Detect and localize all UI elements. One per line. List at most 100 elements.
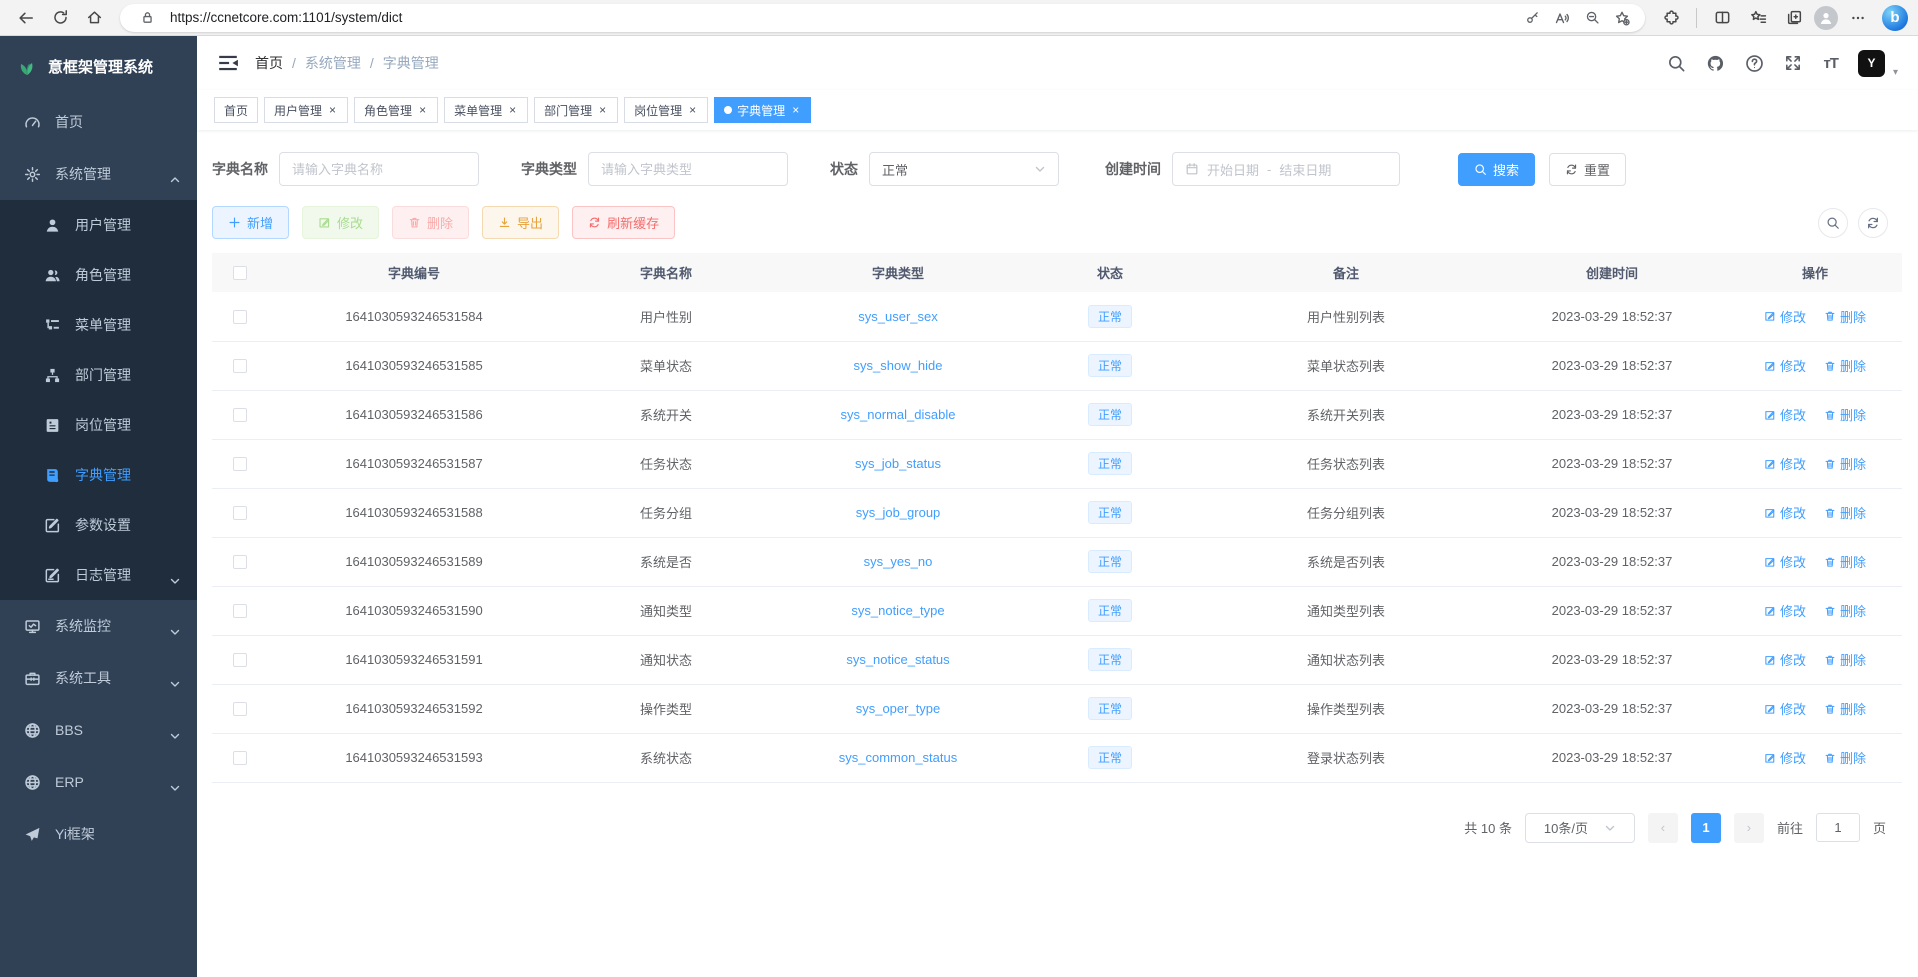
row-edit-link[interactable]: 修改 [1764, 454, 1806, 473]
sidebar-fold-icon[interactable] [217, 52, 239, 74]
favorites-icon[interactable] [1742, 3, 1774, 33]
sidebar-item-yi[interactable]: Yi框架 [0, 808, 197, 860]
row-edit-link[interactable]: 修改 [1764, 699, 1806, 718]
font-size-icon[interactable]: тT [1823, 55, 1838, 72]
profile-avatar[interactable] [1814, 6, 1838, 30]
sidebar-item-monitor[interactable]: 系统监控 [0, 600, 197, 652]
sidebar-item-param[interactable]: 参数设置 [0, 500, 197, 550]
current-page-button[interactable]: 1 [1691, 813, 1721, 843]
close-icon[interactable]: × [507, 103, 518, 117]
sidebar-item-role[interactable]: 角色管理 [0, 250, 197, 300]
row-edit-link[interactable]: 修改 [1764, 503, 1806, 522]
export-button[interactable]: 导出 [482, 206, 559, 239]
sidebar-item-menu[interactable]: 菜单管理 [0, 300, 197, 350]
sidebar-item-log[interactable]: 日志管理 [0, 550, 197, 600]
row-delete-link[interactable]: 删除 [1824, 503, 1866, 522]
sidebar-item-user[interactable]: 用户管理 [0, 200, 197, 250]
sidebar-item-post[interactable]: 岗位管理 [0, 400, 197, 450]
row-delete-link[interactable]: 删除 [1824, 356, 1866, 375]
close-icon[interactable]: × [417, 103, 428, 117]
tab-dept[interactable]: 部门管理× [534, 97, 618, 123]
prev-page-button[interactable]: ‹ [1648, 813, 1678, 843]
row-checkbox[interactable] [233, 555, 247, 569]
url-text[interactable]: https://ccnetcore.com:1101/system/dict [170, 10, 1517, 25]
status-select[interactable]: 正常 [869, 152, 1059, 186]
row-delete-link[interactable]: 删除 [1824, 650, 1866, 669]
close-icon[interactable]: × [597, 103, 608, 117]
tab-dict[interactable]: 字典管理× [714, 97, 811, 123]
select-all-checkbox[interactable] [233, 266, 247, 280]
dict-type-link[interactable]: sys_common_status [839, 750, 958, 765]
home-icon[interactable] [78, 3, 110, 33]
fullscreen-icon[interactable] [1784, 54, 1803, 73]
copilot-icon[interactable]: b [1882, 5, 1908, 31]
row-edit-link[interactable]: 修改 [1764, 650, 1806, 669]
add-button[interactable]: 新增 [212, 206, 289, 239]
back-icon[interactable] [10, 3, 42, 33]
dict-type-link[interactable]: sys_job_status [855, 456, 941, 471]
avatar-logo[interactable]: Y [1858, 50, 1885, 77]
zoom-out-icon[interactable] [1577, 6, 1607, 30]
row-checkbox[interactable] [233, 653, 247, 667]
tab-menu[interactable]: 菜单管理× [444, 97, 528, 123]
more-icon[interactable] [1842, 3, 1874, 33]
row-checkbox[interactable] [233, 751, 247, 765]
sidebar-item-tools[interactable]: 系统工具 [0, 652, 197, 704]
dict-type-link[interactable]: sys_yes_no [864, 554, 933, 569]
row-delete-link[interactable]: 删除 [1824, 601, 1866, 620]
help-icon[interactable] [1745, 54, 1764, 73]
row-checkbox[interactable] [233, 604, 247, 618]
split-screen-icon[interactable] [1706, 3, 1738, 33]
refresh-cache-button[interactable]: 刷新缓存 [572, 206, 675, 239]
close-icon[interactable]: × [327, 103, 338, 117]
refresh-icon[interactable] [44, 3, 76, 33]
close-icon[interactable]: × [687, 103, 698, 117]
delete-button[interactable]: 删除 [392, 206, 469, 239]
dict-type-link[interactable]: sys_notice_status [846, 652, 949, 667]
row-edit-link[interactable]: 修改 [1764, 748, 1806, 767]
close-icon[interactable]: × [790, 103, 801, 117]
row-checkbox[interactable] [233, 310, 247, 324]
row-edit-link[interactable]: 修改 [1764, 356, 1806, 375]
goto-page-input[interactable] [1816, 813, 1860, 842]
extensions-icon[interactable] [1655, 3, 1687, 33]
tab-home[interactable]: 首页 [214, 97, 258, 123]
search-icon[interactable] [1667, 54, 1686, 73]
search-button[interactable]: 搜索 [1458, 153, 1535, 186]
sidebar-item-bbs[interactable]: BBS [0, 704, 197, 756]
sidebar-item-dict[interactable]: 字典管理 [0, 450, 197, 500]
dict-type-input[interactable] [601, 162, 775, 177]
collections-icon[interactable] [1778, 3, 1810, 33]
caret-down-icon[interactable]: ▾ [1893, 67, 1898, 78]
dict-type-link[interactable]: sys_notice_type [851, 603, 944, 618]
row-delete-link[interactable]: 删除 [1824, 699, 1866, 718]
row-checkbox[interactable] [233, 506, 247, 520]
row-delete-link[interactable]: 删除 [1824, 307, 1866, 326]
row-checkbox[interactable] [233, 457, 247, 471]
row-delete-link[interactable]: 删除 [1824, 405, 1866, 424]
row-delete-link[interactable]: 删除 [1824, 552, 1866, 571]
row-delete-link[interactable]: 删除 [1824, 748, 1866, 767]
tab-role[interactable]: 角色管理× [354, 97, 438, 123]
sidebar-item-erp[interactable]: ERP [0, 756, 197, 808]
tab-user[interactable]: 用户管理× [264, 97, 348, 123]
sidebar-item-home[interactable]: 首页 [0, 96, 197, 148]
tab-post[interactable]: 岗位管理× [624, 97, 708, 123]
reset-button[interactable]: 重置 [1549, 153, 1626, 186]
next-page-button[interactable]: › [1734, 813, 1764, 843]
dict-type-link[interactable]: sys_job_group [856, 505, 941, 520]
row-checkbox[interactable] [233, 359, 247, 373]
github-icon[interactable] [1706, 54, 1725, 73]
date-range-picker[interactable]: 开始日期 - 结束日期 [1172, 152, 1400, 186]
dict-type-link[interactable]: sys_user_sex [858, 309, 937, 324]
row-edit-link[interactable]: 修改 [1764, 405, 1806, 424]
row-edit-link[interactable]: 修改 [1764, 601, 1806, 620]
dict-type-link[interactable]: sys_oper_type [856, 701, 941, 716]
dict-name-input[interactable] [292, 162, 466, 177]
sidebar-item-dept[interactable]: 部门管理 [0, 350, 197, 400]
read-aloud-icon[interactable] [1547, 6, 1577, 30]
page-size-select[interactable]: 10条/页 [1525, 813, 1635, 843]
dict-type-link[interactable]: sys_show_hide [854, 358, 943, 373]
row-edit-link[interactable]: 修改 [1764, 307, 1806, 326]
row-edit-link[interactable]: 修改 [1764, 552, 1806, 571]
